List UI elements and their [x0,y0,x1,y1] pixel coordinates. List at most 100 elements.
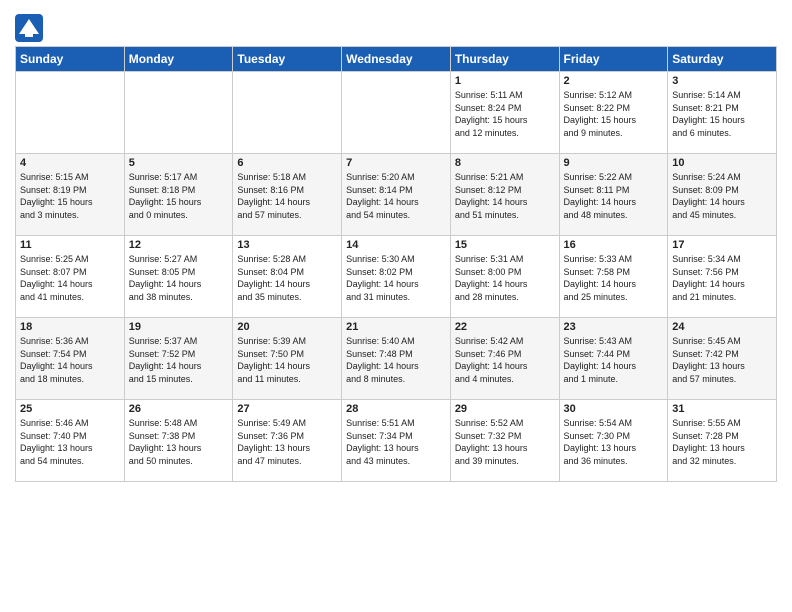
day-cell: 6 Sunrise: 5:18 AM Sunset: 8:16 PM Daylig… [233,154,342,236]
day-info: Sunrise: 5:18 AM Sunset: 8:16 PM Dayligh… [237,172,310,220]
day-cell: 8Sunrise: 5:21 AM Sunset: 8:12 PM Daylig… [450,154,559,236]
day-number: 17 [672,239,772,251]
day-number: 22 [455,321,555,333]
calendar-container: SundayMondayTuesdayWednesdayThursdayFrid… [0,0,792,490]
day-cell: 12Sunrise: 5:27 AM Sunset: 8:05 PM Dayli… [124,236,233,318]
day-number: 29 [455,403,555,415]
day-info: Sunrise: 5:54 AM Sunset: 7:30 PM Dayligh… [564,418,637,466]
day-number: 23 [564,321,664,333]
day-number: 30 [564,403,664,415]
col-header-monday: Monday [124,47,233,72]
day-info: Sunrise: 5:48 AM Sunset: 7:38 PM Dayligh… [129,418,202,466]
header-row: SundayMondayTuesdayWednesdayThursdayFrid… [16,47,777,72]
day-cell: 13 Sunrise: 5:28 AM Sunset: 8:04 PM Dayli… [233,236,342,318]
day-number: 5 [129,157,229,169]
day-cell: 31Sunrise: 5:55 AM Sunset: 7:28 PM Dayli… [668,400,777,482]
day-cell: 19 Sunrise: 5:37 AM Sunset: 7:52 PM Dayli… [124,318,233,400]
day-info: Sunrise: 5:34 AM Sunset: 7:56 PM Dayligh… [672,254,745,302]
day-info: Sunrise: 5:46 AM Sunset: 7:40 PM Dayligh… [20,418,93,466]
col-header-saturday: Saturday [668,47,777,72]
day-info: Sunrise: 5:33 AM Sunset: 7:58 PM Dayligh… [564,254,637,302]
day-cell: 29Sunrise: 5:52 AM Sunset: 7:32 PM Dayli… [450,400,559,482]
day-info: Sunrise: 5:24 AM Sunset: 8:09 PM Dayligh… [672,172,745,220]
day-cell: 17 Sunrise: 5:34 AM Sunset: 7:56 PM Dayli… [668,236,777,318]
day-cell: 11 Sunrise: 5:25 AM Sunset: 8:07 PM Dayli… [16,236,125,318]
day-number: 15 [455,239,555,251]
day-cell: 2 Sunrise: 5:12 AM Sunset: 8:22 PM Daylig… [559,72,668,154]
day-cell: 28 Sunrise: 5:51 AM Sunset: 7:34 PM Dayli… [342,400,451,482]
day-cell: 23Sunrise: 5:43 AM Sunset: 7:44 PM Dayli… [559,318,668,400]
day-info: Sunrise: 5:51 AM Sunset: 7:34 PM Dayligh… [346,418,419,466]
day-cell: 16 Sunrise: 5:33 AM Sunset: 7:58 PM Dayli… [559,236,668,318]
day-number: 27 [237,403,337,415]
day-number: 10 [672,157,772,169]
col-header-wednesday: Wednesday [342,47,451,72]
logo-icon [15,14,43,42]
col-header-tuesday: Tuesday [233,47,342,72]
day-info: Sunrise: 5:45 AM Sunset: 7:42 PM Dayligh… [672,336,745,384]
day-number: 2 [564,75,664,87]
day-number: 14 [346,239,446,251]
day-number: 24 [672,321,772,333]
day-info: Sunrise: 5:12 AM Sunset: 8:22 PM Dayligh… [564,90,637,138]
day-info: Sunrise: 5:17 AM Sunset: 8:18 PM Dayligh… [129,172,202,220]
day-info: Sunrise: 5:39 AM Sunset: 7:50 PM Dayligh… [237,336,310,384]
day-cell: 7 Sunrise: 5:20 AM Sunset: 8:14 PM Daylig… [342,154,451,236]
header [15,10,777,42]
day-number: 7 [346,157,446,169]
day-cell: 4 Sunrise: 5:15 AM Sunset: 8:19 PM Daylig… [16,154,125,236]
calendar-table: SundayMondayTuesdayWednesdayThursdayFrid… [15,46,777,482]
day-cell: 15 Sunrise: 5:31 AM Sunset: 8:00 PM Dayli… [450,236,559,318]
col-header-thursday: Thursday [450,47,559,72]
day-cell: 20 Sunrise: 5:39 AM Sunset: 7:50 PM Dayli… [233,318,342,400]
day-cell: 3 Sunrise: 5:14 AM Sunset: 8:21 PM Daylig… [668,72,777,154]
day-number: 6 [237,157,337,169]
day-cell: 26Sunrise: 5:48 AM Sunset: 7:38 PM Dayli… [124,400,233,482]
day-info: Sunrise: 5:28 AM Sunset: 8:04 PM Dayligh… [237,254,310,302]
day-number: 16 [564,239,664,251]
day-info: Sunrise: 5:40 AM Sunset: 7:48 PM Dayligh… [346,336,419,384]
day-number: 19 [129,321,229,333]
day-number: 12 [129,239,229,251]
day-cell: 22 Sunrise: 5:42 AM Sunset: 7:46 PM Dayli… [450,318,559,400]
day-info: Sunrise: 5:49 AM Sunset: 7:36 PM Dayligh… [237,418,310,466]
day-number: 1 [455,75,555,87]
logo [15,14,46,42]
day-info: Sunrise: 5:14 AM Sunset: 8:21 PM Dayligh… [672,90,745,138]
day-number: 28 [346,403,446,415]
week-row-5: 25 Sunrise: 5:46 AM Sunset: 7:40 PM Dayli… [16,400,777,482]
col-header-sunday: Sunday [16,47,125,72]
week-row-1: 1Sunrise: 5:11 AM Sunset: 8:24 PM Daylig… [16,72,777,154]
day-number: 18 [20,321,120,333]
day-number: 3 [672,75,772,87]
day-number: 21 [346,321,446,333]
day-info: Sunrise: 5:15 AM Sunset: 8:19 PM Dayligh… [20,172,93,220]
day-number: 13 [237,239,337,251]
week-row-3: 11 Sunrise: 5:25 AM Sunset: 8:07 PM Dayli… [16,236,777,318]
day-number: 9 [564,157,664,169]
day-info: Sunrise: 5:42 AM Sunset: 7:46 PM Dayligh… [455,336,528,384]
week-row-4: 18 Sunrise: 5:36 AM Sunset: 7:54 PM Dayli… [16,318,777,400]
day-info: Sunrise: 5:31 AM Sunset: 8:00 PM Dayligh… [455,254,528,302]
day-cell: 14 Sunrise: 5:30 AM Sunset: 8:02 PM Dayli… [342,236,451,318]
day-cell: 5 Sunrise: 5:17 AM Sunset: 8:18 PM Daylig… [124,154,233,236]
day-number: 11 [20,239,120,251]
day-info: Sunrise: 5:20 AM Sunset: 8:14 PM Dayligh… [346,172,419,220]
day-info: Sunrise: 5:37 AM Sunset: 7:52 PM Dayligh… [129,336,202,384]
day-cell: 10 Sunrise: 5:24 AM Sunset: 8:09 PM Dayli… [668,154,777,236]
day-info: Sunrise: 5:25 AM Sunset: 8:07 PM Dayligh… [20,254,93,302]
day-number: 25 [20,403,120,415]
day-cell: 25 Sunrise: 5:46 AM Sunset: 7:40 PM Dayli… [16,400,125,482]
day-cell: 27 Sunrise: 5:49 AM Sunset: 7:36 PM Dayli… [233,400,342,482]
week-row-2: 4 Sunrise: 5:15 AM Sunset: 8:19 PM Daylig… [16,154,777,236]
day-number: 8 [455,157,555,169]
day-cell: 24 Sunrise: 5:45 AM Sunset: 7:42 PM Dayli… [668,318,777,400]
day-cell [233,72,342,154]
day-info: Sunrise: 5:55 AM Sunset: 7:28 PM Dayligh… [672,418,745,466]
col-header-friday: Friday [559,47,668,72]
day-cell: 18 Sunrise: 5:36 AM Sunset: 7:54 PM Dayli… [16,318,125,400]
day-info: Sunrise: 5:36 AM Sunset: 7:54 PM Dayligh… [20,336,93,384]
day-info: Sunrise: 5:30 AM Sunset: 8:02 PM Dayligh… [346,254,419,302]
day-number: 20 [237,321,337,333]
day-number: 4 [20,157,120,169]
